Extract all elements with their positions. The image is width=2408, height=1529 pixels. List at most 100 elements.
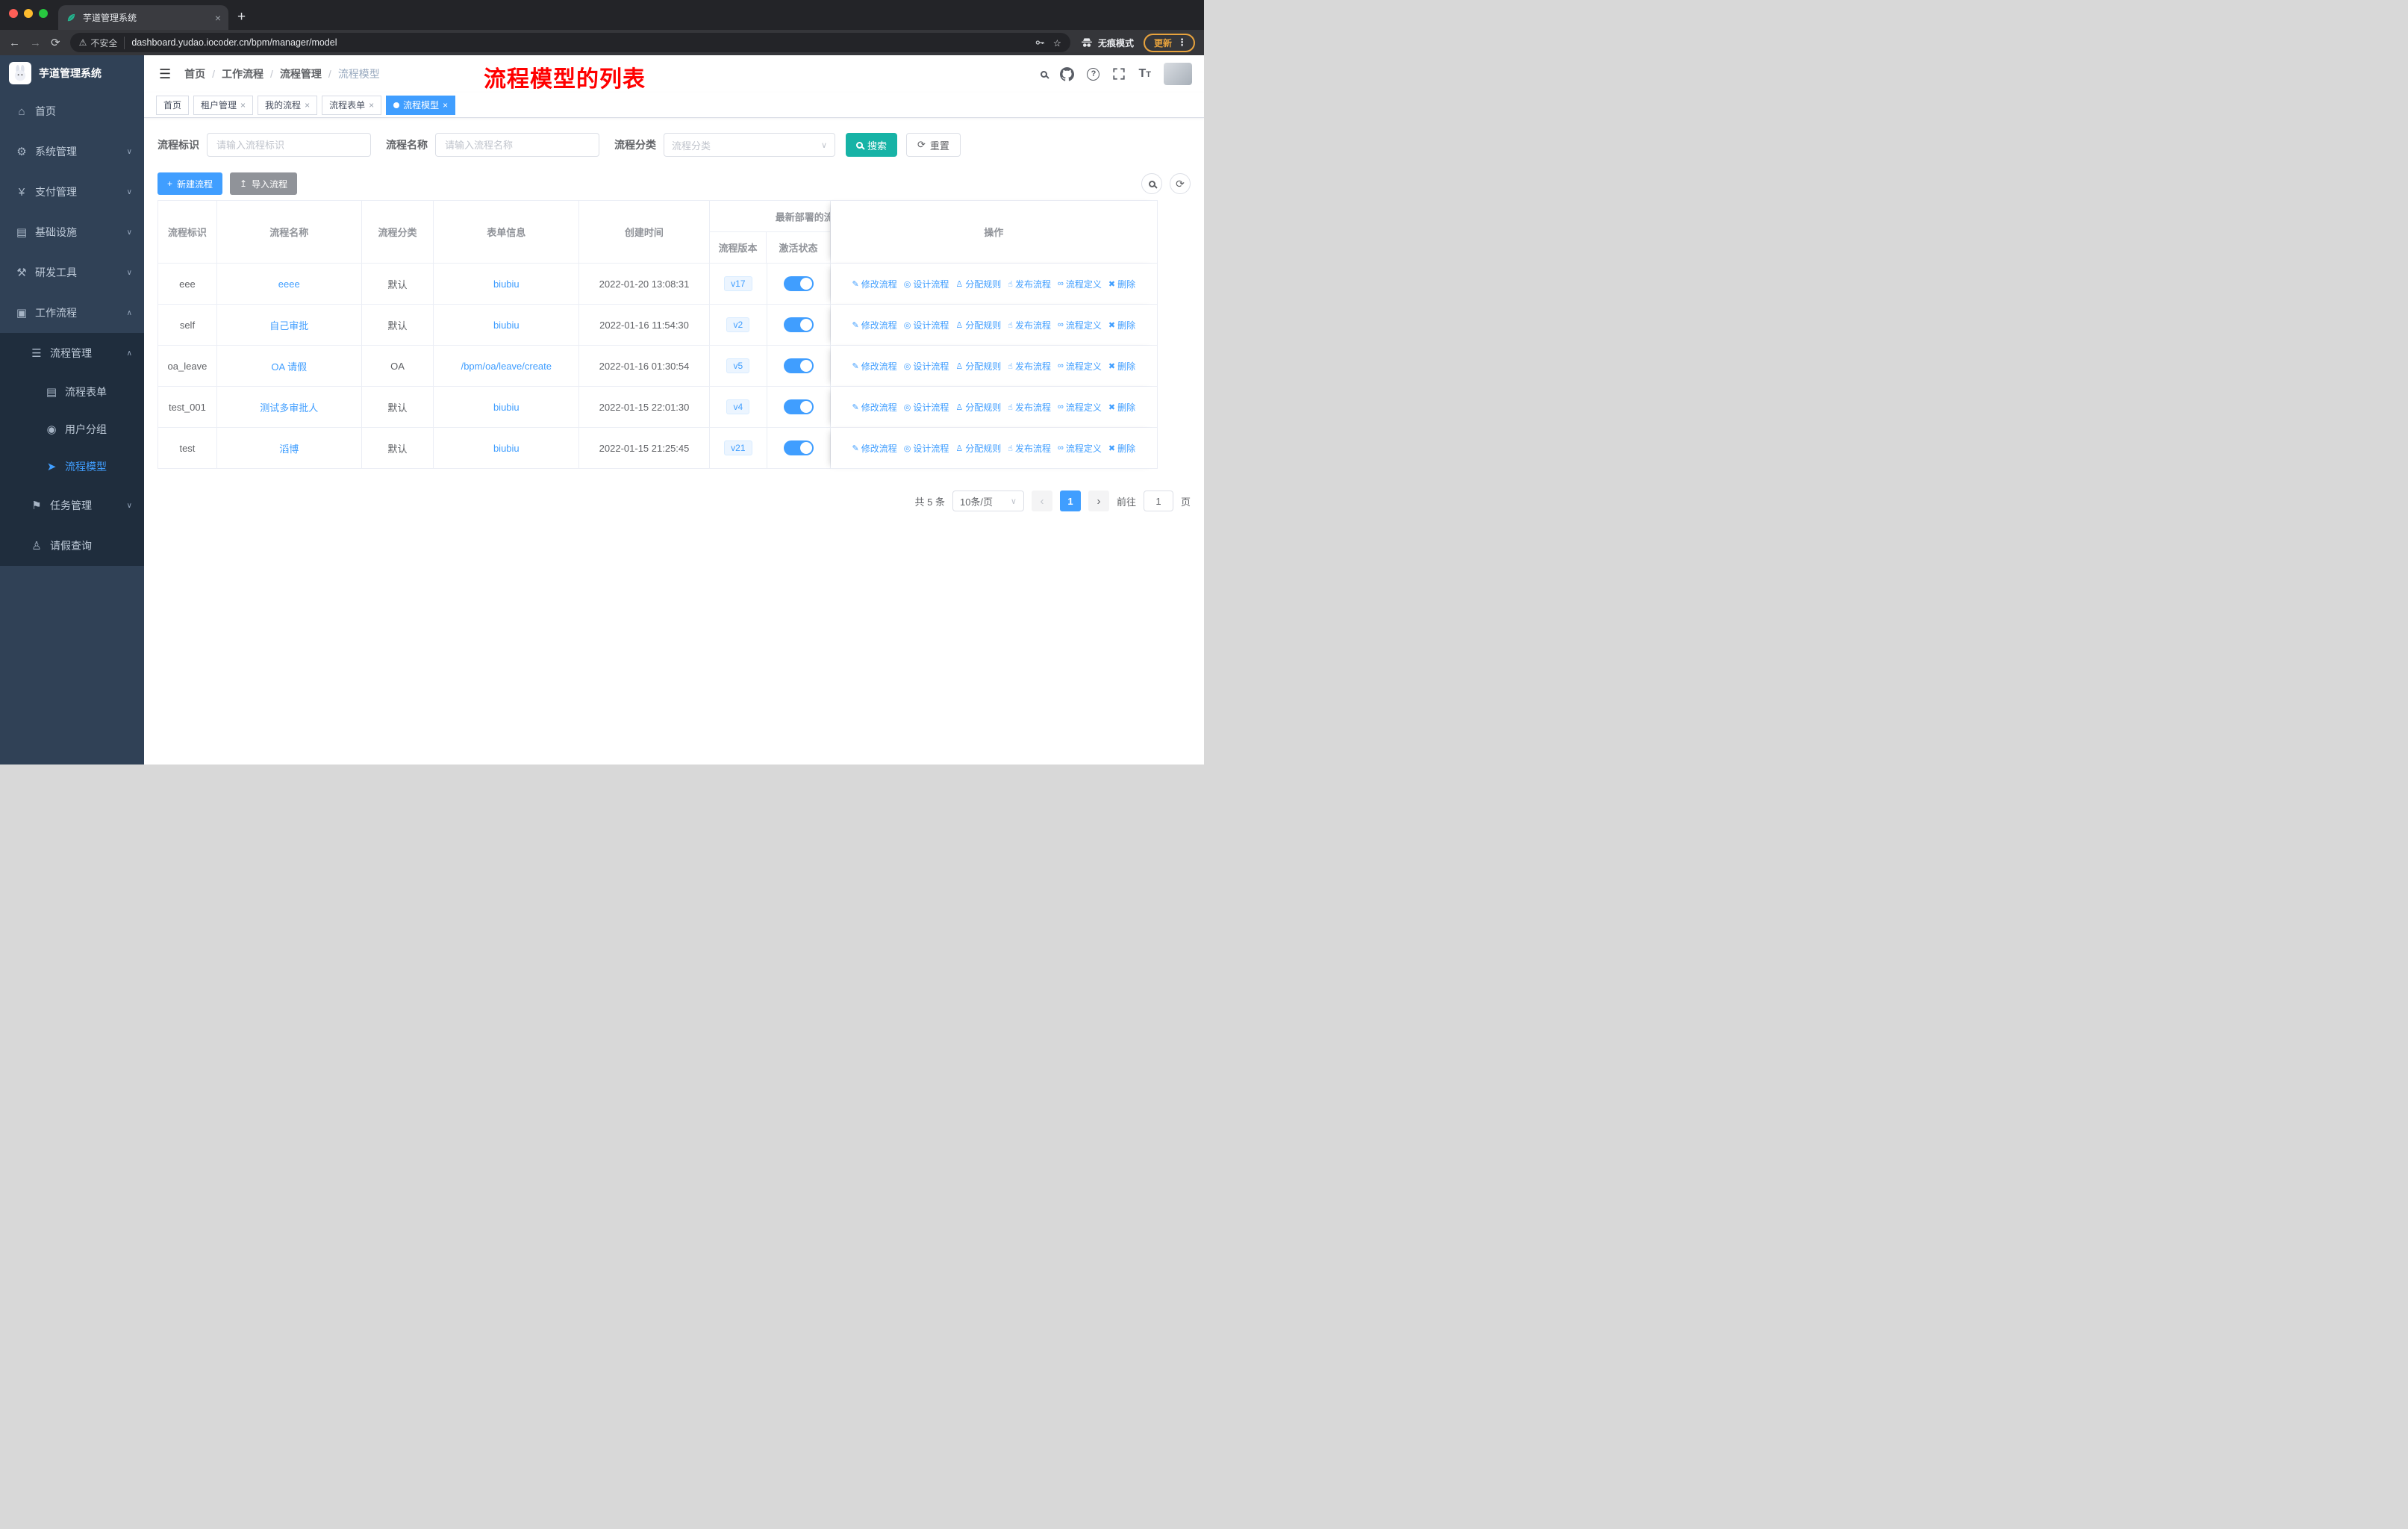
new-tab-button[interactable]: +: [237, 9, 246, 30]
breadcrumb-home[interactable]: 首页: [184, 66, 205, 81]
page-size-select[interactable]: 10条/页 ∨: [952, 491, 1024, 511]
user-avatar[interactable]: [1164, 63, 1192, 85]
action-design[interactable]: ◎ 设计流程: [904, 401, 949, 414]
browser-update-button[interactable]: 更新 ⋮: [1143, 33, 1195, 52]
category-select[interactable]: 流程分类 ∨: [664, 133, 835, 157]
action-delete[interactable]: ✖ 删除: [1108, 319, 1135, 331]
security-indicator[interactable]: ⚠ 不安全: [79, 36, 125, 49]
action-publish[interactable]: ☝ 发布流程: [1008, 401, 1051, 414]
active-toggle[interactable]: [783, 276, 814, 291]
action-edit[interactable]: ✎ 修改流程: [852, 278, 897, 290]
form-link[interactable]: biubiu: [493, 278, 520, 290]
close-icon[interactable]: ×: [305, 100, 310, 110]
fullscreen-icon[interactable]: [1112, 67, 1126, 81]
active-toggle[interactable]: [783, 440, 814, 455]
toggle-search-button[interactable]: [1141, 173, 1162, 194]
action-design[interactable]: ◎ 设计流程: [904, 442, 949, 455]
sidebar-item-devtools[interactable]: ⚒ 研发工具 ∨: [0, 252, 144, 293]
action-definition[interactable]: ∞ 流程定义: [1058, 442, 1102, 455]
action-assign-rules[interactable]: ♙ 分配规则: [955, 319, 1001, 331]
process-name-input[interactable]: [435, 133, 599, 157]
close-icon[interactable]: ×: [240, 100, 246, 110]
close-icon[interactable]: ×: [443, 100, 448, 110]
reset-button[interactable]: ⟳ 重置: [906, 133, 961, 157]
action-design[interactable]: ◎ 设计流程: [904, 278, 949, 290]
sidebar-collapse-icon[interactable]: ☰: [159, 66, 171, 82]
action-definition[interactable]: ∞ 流程定义: [1058, 360, 1102, 373]
active-toggle[interactable]: [783, 358, 814, 373]
action-assign-rules[interactable]: ♙ 分配规则: [955, 442, 1001, 455]
tag-process-form[interactable]: 流程表单 ×: [322, 95, 382, 115]
active-toggle[interactable]: [783, 317, 814, 332]
action-design[interactable]: ◎ 设计流程: [904, 360, 949, 373]
search-icon[interactable]: [1041, 70, 1048, 78]
action-edit[interactable]: ✎ 修改流程: [852, 319, 897, 331]
tab-close-icon[interactable]: ×: [215, 12, 221, 24]
process-name-link[interactable]: 自己审批: [269, 318, 308, 332]
goto-page-input[interactable]: [1143, 491, 1173, 511]
sidebar-item-infrastructure[interactable]: ▤ 基础设施 ∨: [0, 212, 144, 252]
form-link[interactable]: /bpm/oa/leave/create: [461, 361, 552, 372]
bookmark-star-icon[interactable]: ☆: [1053, 37, 1061, 49]
tag-my-process[interactable]: 我的流程 ×: [258, 95, 318, 115]
action-publish[interactable]: ☝ 发布流程: [1008, 360, 1051, 373]
import-process-button[interactable]: ↥ 导入流程: [230, 172, 298, 195]
sidebar-item-task-management[interactable]: ⚑ 任务管理 ∨: [0, 485, 144, 526]
close-window-button[interactable]: [9, 9, 18, 18]
create-process-button[interactable]: + 新建流程: [157, 172, 223, 195]
help-icon[interactable]: ?: [1087, 67, 1100, 81]
password-key-icon[interactable]: [1034, 37, 1046, 49]
zoom-window-button[interactable]: [39, 9, 48, 18]
action-edit[interactable]: ✎ 修改流程: [852, 442, 897, 455]
action-publish[interactable]: ☝ 发布流程: [1008, 442, 1051, 455]
action-publish[interactable]: ☝ 发布流程: [1008, 319, 1051, 331]
close-icon[interactable]: ×: [369, 100, 374, 110]
process-name-link[interactable]: eeee: [278, 278, 300, 290]
github-icon[interactable]: [1060, 66, 1075, 81]
action-design[interactable]: ◎ 设计流程: [904, 319, 949, 331]
refresh-table-button[interactable]: ⟳: [1170, 173, 1191, 194]
sidebar-item-home[interactable]: ⌂ 首页: [0, 91, 144, 131]
reload-icon[interactable]: ⟳: [51, 36, 60, 49]
sidebar-item-leave-query[interactable]: ♙ 请假查询: [0, 526, 144, 566]
process-name-link[interactable]: 滔博: [279, 441, 299, 455]
sidebar-item-payment[interactable]: ¥ 支付管理 ∨: [0, 172, 144, 212]
browser-menu-icon[interactable]: ⋮: [1177, 37, 1187, 49]
search-button[interactable]: 搜索: [846, 133, 898, 157]
action-publish[interactable]: ☝ 发布流程: [1008, 278, 1051, 290]
font-size-icon[interactable]: TT: [1138, 67, 1151, 81]
sidebar-item-process-management[interactable]: ☰ 流程管理 ∧: [0, 333, 144, 373]
action-assign-rules[interactable]: ♙ 分配规则: [955, 278, 1001, 290]
sidebar-item-user-group[interactable]: ◉ 用户分组: [0, 411, 144, 448]
action-assign-rules[interactable]: ♙ 分配规则: [955, 401, 1001, 414]
sidebar-item-process-form[interactable]: ▤ 流程表单: [0, 373, 144, 411]
page-number-button[interactable]: 1: [1059, 491, 1081, 511]
address-bar[interactable]: ⚠ 不安全 dashboard.yudao.iocoder.cn/bpm/man…: [69, 33, 1070, 52]
action-definition[interactable]: ∞ 流程定义: [1058, 319, 1102, 331]
action-assign-rules[interactable]: ♙ 分配规则: [955, 360, 1001, 373]
breadcrumb-workflow[interactable]: 工作流程: [222, 66, 263, 81]
sidebar-item-process-model[interactable]: ➤ 流程模型: [0, 448, 144, 485]
action-delete[interactable]: ✖ 删除: [1108, 401, 1135, 414]
form-link[interactable]: biubiu: [493, 402, 520, 413]
action-edit[interactable]: ✎ 修改流程: [852, 360, 897, 373]
tag-tenant[interactable]: 租户管理 ×: [193, 95, 254, 115]
minimize-window-button[interactable]: [24, 9, 33, 18]
back-icon[interactable]: ←: [9, 37, 20, 49]
action-delete[interactable]: ✖ 删除: [1108, 442, 1135, 455]
process-name-link[interactable]: OA 请假: [271, 359, 307, 373]
action-definition[interactable]: ∞ 流程定义: [1058, 278, 1102, 290]
tag-home[interactable]: 首页: [156, 95, 190, 115]
action-delete[interactable]: ✖ 删除: [1108, 360, 1135, 373]
prev-page-button[interactable]: ‹: [1031, 491, 1052, 511]
browser-tab[interactable]: 芋道管理系统 ×: [58, 5, 228, 30]
action-delete[interactable]: ✖ 删除: [1108, 278, 1135, 290]
active-toggle[interactable]: [783, 399, 814, 414]
form-link[interactable]: biubiu: [493, 443, 520, 454]
tag-process-model[interactable]: 流程模型 ×: [386, 95, 456, 115]
form-link[interactable]: biubiu: [493, 320, 520, 331]
sidebar-item-system[interactable]: ⚙ 系统管理 ∨: [0, 131, 144, 172]
sidebar-item-workflow[interactable]: ▣ 工作流程 ∧: [0, 293, 144, 333]
process-key-input[interactable]: [207, 133, 371, 157]
action-edit[interactable]: ✎ 修改流程: [852, 401, 897, 414]
